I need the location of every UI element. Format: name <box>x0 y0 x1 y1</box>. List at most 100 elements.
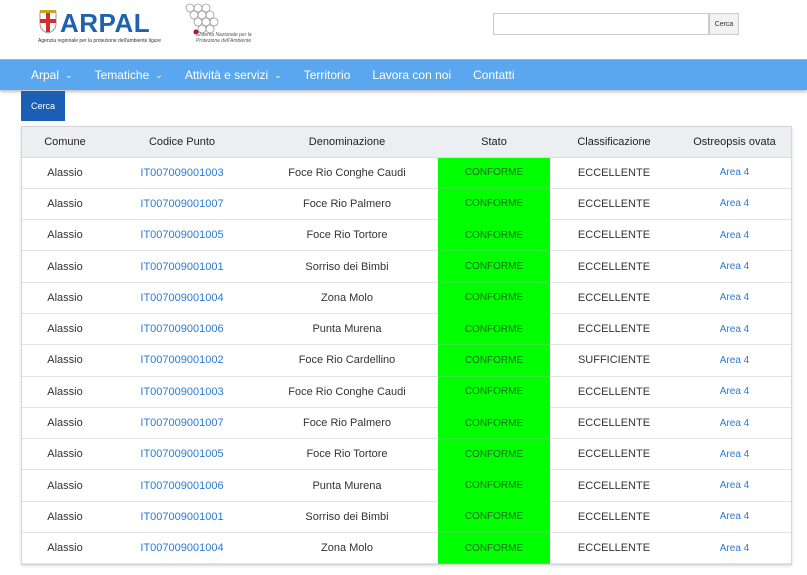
cell-denominazione: Foce Rio Palmero <box>256 188 438 221</box>
cell-comune: Alassio <box>22 501 108 534</box>
nav-item-territorio[interactable]: Territorio <box>304 68 351 82</box>
column-header-stato[interactable]: Stato <box>438 127 550 158</box>
cell-comune: Alassio <box>22 250 108 283</box>
table-header-row: Comune Codice Punto Denominazione Stato … <box>22 127 791 158</box>
cell-codice-punto-link[interactable]: IT007009001005 <box>108 438 256 471</box>
nav-item-label: Territorio <box>303 68 351 82</box>
nav-item-label: Arpal <box>31 68 60 82</box>
cell-ostreopsis-area-link[interactable]: Area 4 <box>678 344 791 377</box>
cell-classificazione: ECCELLENTE <box>550 188 678 221</box>
cell-codice-punto-link[interactable]: IT007009001004 <box>108 282 256 314</box>
table-row: Alassio IT007009001007 Foce Rio Palmero CON… <box>22 407 791 440</box>
cell-stato: CONFORME <box>438 344 550 377</box>
snpa-logo[interactable]: Sistema Nazionale per la Protezione dell… <box>182 2 262 52</box>
chevron-down-icon: ⌄ <box>155 69 163 80</box>
table-row: Alassio IT007009001007 Foce Rio Palmero CON… <box>22 188 791 221</box>
cell-denominazione: Foce Rio Tortore <box>256 438 438 471</box>
table-row: Alassio IT007009001001 Sorriso dei Bimbi CO… <box>22 250 791 283</box>
cell-denominazione: Zona Molo <box>256 532 438 565</box>
search-input[interactable] <box>493 13 709 35</box>
cell-comune: Alassio <box>22 157 108 189</box>
cell-codice-punto-link[interactable]: IT007009001004 <box>108 532 256 565</box>
cell-codice-punto-link[interactable]: IT007009001003 <box>108 376 256 408</box>
cell-classificazione: ECCELLENTE <box>550 501 678 534</box>
cell-stato: CONFORME <box>438 407 550 440</box>
cell-stato: CONFORME <box>438 219 550 252</box>
cell-denominazione: Punta Murena <box>256 313 438 346</box>
cell-ostreopsis-area-link[interactable]: Area 4 <box>678 157 791 189</box>
table-row: Alassio IT007009001006 Punta Murena CONFORM… <box>22 469 791 502</box>
cell-classificazione: ECCELLENTE <box>550 219 678 252</box>
cell-stato: CONFORME <box>438 376 550 408</box>
cell-ostreopsis-area-link[interactable]: Area 4 <box>678 532 791 565</box>
column-header-comune[interactable]: Comune <box>22 127 108 158</box>
cell-ostreopsis-area-link[interactable]: Area 4 <box>678 219 791 252</box>
cell-denominazione: Foce Rio Conghe Caudi <box>256 157 438 189</box>
table-row: Alassio IT007009001003 Foce Rio Conghe Cau… <box>22 376 791 408</box>
cell-denominazione: Zona Molo <box>256 282 438 314</box>
tab-cerca[interactable]: Cerca <box>21 91 65 121</box>
cell-ostreopsis-area-link[interactable]: Area 4 <box>678 250 791 283</box>
cell-ostreopsis-area-link[interactable]: Area 4 <box>678 407 791 440</box>
cell-denominazione: Foce Rio Tortore <box>256 219 438 252</box>
cell-codice-punto-link[interactable]: IT007009001006 <box>108 313 256 346</box>
cell-codice-punto-link[interactable]: IT007009001003 <box>108 157 256 189</box>
arpal-logo-text: ARPAL <box>60 8 151 38</box>
arpal-logo-subtitle: Agenzia regionale per la protezione dell… <box>38 38 161 44</box>
table-row: Alassio IT007009001005 Foce Rio Tortore CON… <box>22 438 791 471</box>
cell-denominazione: Foce Rio Cardellino <box>256 344 438 377</box>
results-table: Comune Codice Punto Denominazione Stato … <box>22 127 791 565</box>
cell-denominazione: Punta Murena <box>256 469 438 502</box>
cell-ostreopsis-area-link[interactable]: Area 4 <box>678 313 791 346</box>
nav-item-label: Tematiche <box>94 68 150 82</box>
table-row: Alassio IT007009001003 Foce Rio Conghe Cau… <box>22 157 791 189</box>
cell-ostreopsis-area-link[interactable]: Area 4 <box>678 501 791 534</box>
cell-comune: Alassio <box>22 469 108 502</box>
table-row: Alassio IT007009001004 Zona Molo CONFORME EC… <box>22 282 791 314</box>
cell-ostreopsis-area-link[interactable]: Area 4 <box>678 376 791 408</box>
cell-ostreopsis-area-link[interactable]: Area 4 <box>678 188 791 221</box>
cell-codice-punto-link[interactable]: IT007009001007 <box>108 407 256 440</box>
column-header-ostreopsis-ovata[interactable]: Ostreopsis ovata <box>678 127 791 158</box>
cell-classificazione: ECCELLENTE <box>550 282 678 314</box>
cell-codice-punto-link[interactable]: IT007009001002 <box>108 344 256 377</box>
table-row: Alassio IT007009001006 Punta Murena CONFORM… <box>22 313 791 346</box>
search-button[interactable]: Cerca <box>709 13 739 35</box>
cell-ostreopsis-area-link[interactable]: Area 4 <box>678 469 791 502</box>
results-table-container: Comune Codice Punto Denominazione Stato … <box>21 126 792 565</box>
nav-item-contatti[interactable]: Contatti <box>473 68 514 82</box>
column-header-denominazione[interactable]: Denominazione <box>256 127 438 158</box>
table-row: Alassio IT007009001002 Foce Rio Cardellino… <box>22 344 791 377</box>
cell-codice-punto-link[interactable]: IT007009001007 <box>108 188 256 221</box>
cell-comune: Alassio <box>22 438 108 471</box>
snpa-hexagon-icon <box>185 3 219 35</box>
nav-item-attivita-servizi[interactable]: Attività e servizi ⌄ <box>185 68 282 82</box>
cell-ostreopsis-area-link[interactable]: Area 4 <box>678 438 791 471</box>
cell-stato: CONFORME <box>438 157 550 189</box>
nav-item-tematiche[interactable]: Tematiche ⌄ <box>95 68 163 82</box>
cell-codice-punto-link[interactable]: IT007009001001 <box>108 250 256 283</box>
cell-classificazione: ECCELLENTE <box>550 407 678 440</box>
cell-codice-punto-link[interactable]: IT007009001001 <box>108 501 256 534</box>
column-header-classificazione[interactable]: Classificazione <box>550 127 678 158</box>
nav-item-lavora-con-noi[interactable]: Lavora con noi <box>372 68 451 82</box>
cell-stato: CONFORME <box>438 438 550 471</box>
cell-stato: CONFORME <box>438 501 550 534</box>
nav-item-arpal[interactable]: Arpal ⌄ <box>31 68 73 82</box>
table-body: Alassio IT007009001003 Foce Rio Conghe Cau… <box>22 157 791 565</box>
cell-stato: CONFORME <box>438 469 550 502</box>
cell-codice-punto-link[interactable]: IT007009001005 <box>108 219 256 252</box>
column-header-codice-punto[interactable]: Codice Punto <box>108 127 256 158</box>
snpa-logo-text: Sistema Nazionale per la Protezione dell… <box>196 32 252 44</box>
cell-ostreopsis-area-link[interactable]: Area 4 <box>678 282 791 314</box>
cell-comune: Alassio <box>22 376 108 408</box>
cell-codice-punto-link[interactable]: IT007009001006 <box>108 469 256 502</box>
cell-comune: Alassio <box>22 313 108 346</box>
table-row: Alassio IT007009001004 Zona Molo CONFORME EC… <box>22 532 791 565</box>
cell-stato: CONFORME <box>438 282 550 314</box>
nav-item-label: Attività e servizi <box>184 68 269 82</box>
arpal-logo[interactable]: ARPAL Agenzia regionale per la protezion… <box>38 8 161 44</box>
cell-comune: Alassio <box>22 188 108 221</box>
main-nav: Arpal ⌄ Tematiche ⌄ Attività e servizi ⌄ Te… <box>0 59 807 90</box>
chevron-down-icon: ⌄ <box>274 69 282 80</box>
